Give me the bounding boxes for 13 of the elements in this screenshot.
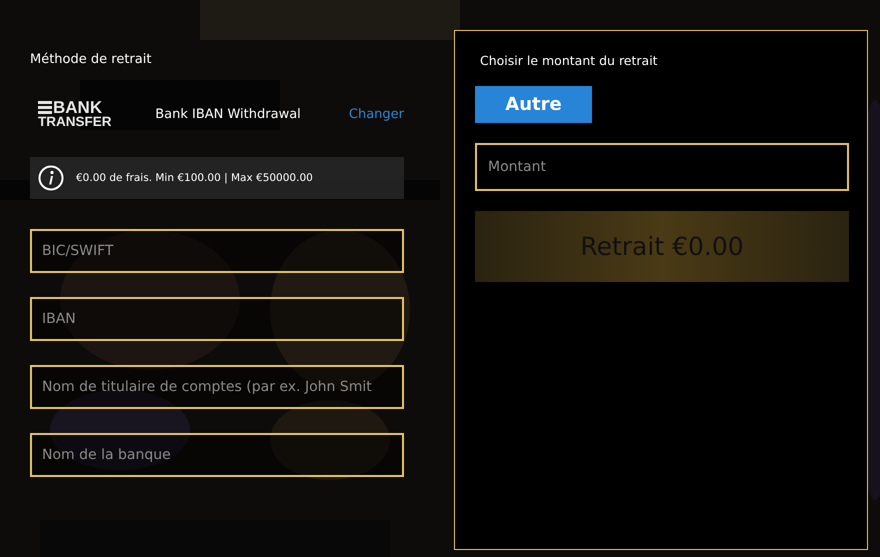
method-name: Bank IBAN Withdrawal: [155, 106, 302, 122]
bank-transfer-logo: BANK TRANSFER: [38, 100, 112, 128]
amount-field[interactable]: Montant: [475, 143, 849, 191]
input-field[interactable]: IBAN: [30, 297, 404, 341]
input-field[interactable]: Nom de titulaire de comptes (par ex. John Smit: [30, 365, 404, 409]
section-heading: Méthode de retrait: [30, 52, 152, 67]
info-icon: [38, 165, 64, 191]
fee-limits-text: €0.00 de frais. Min €100.00 | Max €50000.00: [76, 172, 313, 184]
panel-heading: Choisir le montant du retrait: [480, 53, 659, 68]
change-link[interactable]: Changer: [348, 106, 404, 122]
input-field[interactable]: BIC/SWIFT: [30, 229, 404, 273]
amount-option-button[interactable]: Autre: [475, 86, 592, 123]
input-field[interactable]: Nom de la banque: [30, 433, 404, 477]
